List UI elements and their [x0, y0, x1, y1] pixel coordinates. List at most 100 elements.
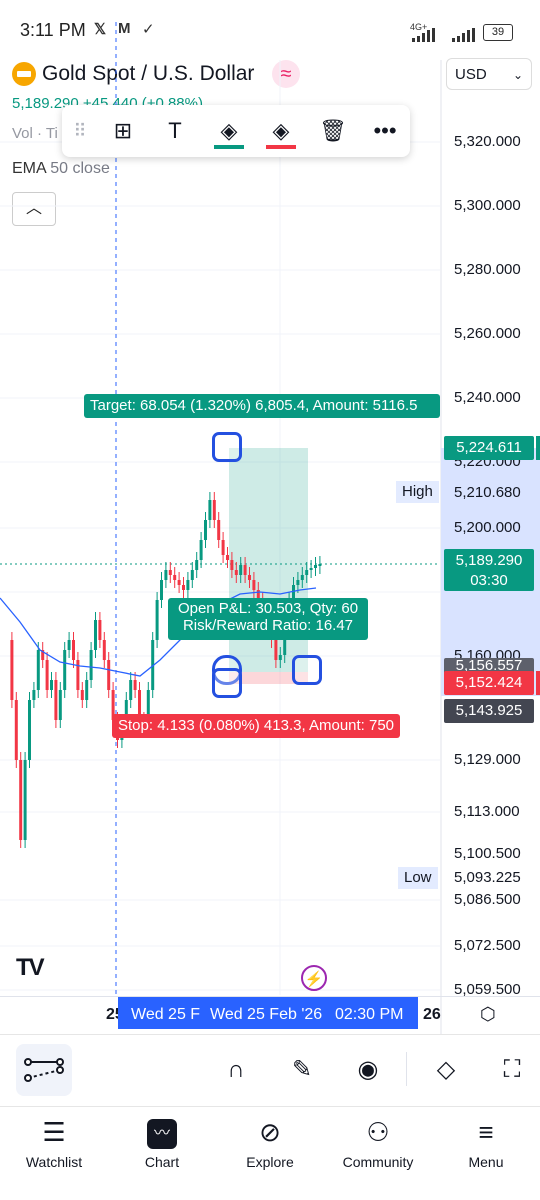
- candle-body: [63, 650, 67, 690]
- candle-body: [296, 580, 300, 585]
- candle-body: [10, 640, 14, 700]
- candle-body: [305, 570, 309, 575]
- high-price: 5,210.680: [454, 484, 521, 501]
- drawing-tools-button[interactable]: [16, 1044, 72, 1096]
- candle-body: [67, 640, 71, 650]
- drawing-toolbar: ⠿ ⊞ T ◈ ◈ 🗑 •••: [62, 105, 410, 157]
- current-price: 5,189.290: [455, 552, 523, 569]
- fill-red-swatch: [266, 145, 296, 149]
- candle-body: [318, 564, 322, 566]
- candle-body: [107, 660, 111, 690]
- candle-body: [234, 570, 238, 575]
- candle-body: [76, 660, 80, 690]
- low-label: Low: [398, 867, 438, 889]
- candle-body: [195, 560, 199, 570]
- candle-body: [226, 555, 229, 560]
- nav-chart[interactable]: 〰 Chart: [112, 1112, 212, 1170]
- fill-red-icon[interactable]: ◈: [258, 105, 304, 157]
- lightning-icon[interactable]: ⚡: [301, 965, 327, 991]
- axis-price: 5,200.000: [454, 519, 521, 536]
- target-pill-edge: [536, 436, 540, 460]
- axis-price: 5,320.000: [454, 133, 521, 150]
- nav-watchlist[interactable]: ☰ Watchlist: [4, 1112, 104, 1170]
- nav-community[interactable]: ⚇ Community: [328, 1112, 428, 1170]
- candle-body: [252, 580, 256, 590]
- fullscreen-icon[interactable]: ⛶: [492, 1050, 532, 1090]
- time-label: Wed 25 F: [131, 1006, 201, 1023]
- candle-body: [190, 570, 194, 580]
- layers-icon[interactable]: ◇: [426, 1050, 466, 1090]
- candle-body: [98, 620, 102, 640]
- candle-body: [204, 520, 207, 540]
- divider: [406, 1052, 407, 1086]
- axis-price: 5,086.500: [454, 891, 521, 908]
- candle-body: [248, 575, 251, 580]
- axis-price: 5,300.000: [454, 197, 521, 214]
- lock-drawing-icon[interactable]: ✎: [282, 1050, 322, 1090]
- candle-body: [32, 690, 36, 700]
- candle-body: [208, 500, 212, 520]
- magnet-icon[interactable]: ∩: [216, 1050, 256, 1090]
- axis-price: 5,100.500: [454, 845, 521, 862]
- bar-countdown: 03:30: [470, 572, 508, 589]
- more-icon[interactable]: •••: [362, 105, 408, 157]
- candle-body: [230, 560, 234, 570]
- stop-price-pill: 5,152.424: [444, 671, 534, 695]
- settings-icon[interactable]: ⬡: [480, 1004, 496, 1025]
- candle-body: [50, 680, 53, 690]
- candle-body: [309, 568, 313, 570]
- candle-body: [274, 640, 278, 660]
- pnl-label-box[interactable]: Open P&L: 30.503, Qty: 60 Risk/Reward Ra…: [168, 598, 368, 640]
- axis-price: 5,113.000: [454, 803, 520, 820]
- nav-label: Community: [342, 1154, 414, 1170]
- menu-icon: ≡: [478, 1117, 494, 1147]
- candle-body: [243, 565, 247, 575]
- nav-label: Menu: [468, 1154, 504, 1170]
- compass-icon: ⊘: [259, 1117, 281, 1147]
- trash-icon[interactable]: 🗑: [310, 105, 356, 157]
- candle-body: [182, 585, 185, 590]
- fill-green-swatch: [214, 145, 244, 149]
- candle-body: [129, 680, 133, 700]
- target-handle[interactable]: [212, 432, 242, 462]
- axis-price: 5,240.000: [454, 389, 521, 406]
- drawing-tools-icon: [24, 1058, 64, 1082]
- candle-body: [94, 620, 97, 650]
- fill-green-icon[interactable]: ◈: [206, 105, 252, 157]
- text-icon[interactable]: T: [152, 105, 198, 157]
- candle-body: [14, 700, 18, 760]
- nav-menu[interactable]: ≡ Menu: [436, 1112, 536, 1170]
- divider: [0, 1106, 540, 1107]
- candle-body: [177, 580, 181, 585]
- width-handle[interactable]: [292, 655, 322, 685]
- candle-body: [212, 500, 216, 520]
- current-price-pill: 5,189.290 03:30: [444, 549, 534, 591]
- candle-body: [89, 650, 93, 680]
- candle-body: [217, 520, 221, 540]
- nav-label: Watchlist: [25, 1154, 83, 1170]
- candle-body: [19, 760, 23, 840]
- tradingview-logo-icon: TV: [16, 954, 45, 981]
- time-label: 02:30 PM: [335, 1006, 404, 1023]
- candle-body: [239, 565, 243, 575]
- candle-body: [164, 570, 168, 580]
- drag-handle-icon[interactable]: ⠿: [62, 105, 98, 157]
- candle-body: [45, 660, 49, 690]
- nav-label: Explore: [246, 1154, 294, 1170]
- add-object-icon[interactable]: ⊞: [100, 105, 146, 157]
- candle-body: [54, 680, 58, 720]
- candle-body: [58, 690, 62, 720]
- target-label[interactable]: Target: 68.054 (1.320%) 6,805.4, Amount:…: [84, 394, 440, 418]
- candle-body: [102, 640, 106, 660]
- stop-handle[interactable]: [212, 668, 242, 698]
- nav-explore[interactable]: ⊘ Explore: [220, 1112, 320, 1170]
- stop-label[interactable]: Stop: 4.133 (0.080%) 413.3, Amount: 750: [112, 714, 401, 738]
- high-label: High: [396, 481, 439, 503]
- stop-pill-edge: [536, 671, 540, 695]
- candle-body: [199, 540, 203, 560]
- axis-price: 5,280.000: [454, 261, 521, 278]
- nav-label: Chart: [144, 1154, 180, 1170]
- candle-body: [186, 580, 190, 590]
- eye-icon[interactable]: ◉: [348, 1050, 388, 1090]
- axis-price: 5,129.000: [454, 751, 521, 768]
